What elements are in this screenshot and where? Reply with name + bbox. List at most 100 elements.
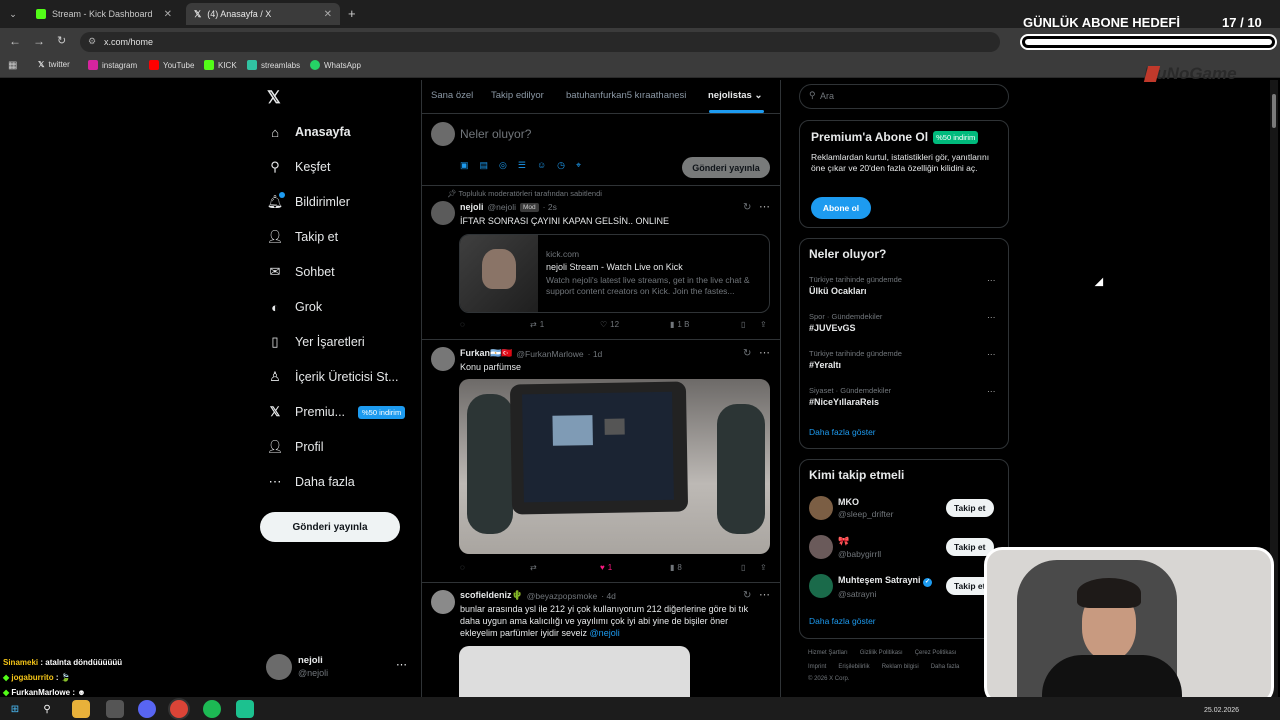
- show-more-follow-link[interactable]: Daha fazla göster: [809, 616, 876, 626]
- trend-item[interactable]: Siyaset · Gündemdekiler #NiceYıllaraReis: [809, 386, 891, 407]
- footer-link[interactable]: Daha fazla: [931, 664, 960, 670]
- grok-icon[interactable]: ◎: [499, 160, 507, 171]
- search-input[interactable]: ⚲ Ara: [799, 84, 1009, 109]
- retweet-button[interactable]: ⇄: [530, 563, 537, 572]
- trend-item[interactable]: Türkiye tarihinde gündemde Ülkü Ocakları: [809, 275, 902, 296]
- tab-x-home[interactable]: 𝕏 (4) Anasayfa / X ✕: [186, 3, 340, 25]
- footer-link[interactable]: Gizlilik Politikası: [860, 650, 903, 656]
- close-icon[interactable]: ✕: [324, 9, 332, 20]
- app-icon[interactable]: [106, 700, 124, 718]
- url-field[interactable]: ⚙ x.com/home: [80, 32, 1000, 52]
- spotify-icon[interactable]: [203, 700, 221, 718]
- more-icon[interactable]: ⋯: [987, 275, 996, 286]
- more-icon[interactable]: ⋯: [759, 346, 770, 359]
- bookmark-kick[interactable]: KICK: [204, 60, 237, 70]
- suggestion-item[interactable]: MKO @sleep_drifter: [838, 497, 893, 519]
- tweet-time[interactable]: · 1d: [588, 349, 603, 359]
- compose-input[interactable]: Neler oluyor?: [460, 127, 531, 141]
- share-button[interactable]: ⇪: [760, 563, 767, 572]
- discord-icon[interactable]: [138, 700, 156, 718]
- trend-item[interactable]: Türkiye tarihinde gündemde #Yeraltı: [809, 349, 902, 370]
- close-icon[interactable]: ✕: [164, 9, 172, 20]
- like-button[interactable]: ♥ 1: [600, 563, 612, 572]
- author-name[interactable]: scofieldeniz🌵: [460, 590, 523, 601]
- gif-icon[interactable]: ▤: [480, 160, 489, 171]
- account-switcher[interactable]: nejoli @nejoli ⋯: [262, 650, 412, 684]
- nav-messages[interactable]: ✉ Sohbet: [268, 264, 335, 279]
- search-icon[interactable]: ⚲: [38, 700, 56, 718]
- compose-post-button[interactable]: Gönderi yayınla: [682, 157, 770, 178]
- tweet-time[interactable]: · 4d: [601, 591, 616, 601]
- grok-icon[interactable]: ↻: [743, 348, 751, 359]
- schedule-icon[interactable]: ◷: [557, 160, 565, 171]
- tweet-time[interactable]: · 2s: [543, 202, 557, 212]
- chrome-icon[interactable]: [170, 700, 188, 718]
- footer-link[interactable]: Çerez Politikası: [915, 650, 957, 656]
- nav-profile[interactable]: 👤︎ Profil: [267, 439, 324, 454]
- emoji-icon[interactable]: ☺: [537, 160, 546, 171]
- more-icon[interactable]: ⋯: [759, 588, 770, 601]
- post-button[interactable]: Gönderi yayınla: [260, 512, 400, 542]
- tab-following[interactable]: Takip edilyor: [491, 90, 544, 101]
- tweet-photo[interactable]: [459, 646, 690, 697]
- reply-button[interactable]: ◌: [460, 563, 465, 572]
- share-button[interactable]: ⇪: [760, 320, 767, 329]
- author-name[interactable]: Furkan🇦🇷🇹🇷: [460, 348, 512, 359]
- nav-follow[interactable]: 👤︎ Takip et: [267, 229, 338, 244]
- grok-icon[interactable]: ↻: [743, 202, 751, 213]
- file-explorer-icon[interactable]: [72, 700, 90, 718]
- poll-icon[interactable]: ☰: [518, 160, 526, 171]
- nav-bookmarks[interactable]: ▯ Yer İşaretleri: [268, 334, 364, 349]
- more-icon[interactable]: ⋯: [987, 386, 996, 397]
- bookmark-streamlabs[interactable]: streamlabs: [247, 60, 300, 70]
- tab-kick-dashboard[interactable]: Stream - Kick Dashboard ✕: [28, 3, 180, 25]
- windows-start-icon[interactable]: ⊞: [6, 700, 24, 718]
- back-icon[interactable]: ←: [9, 34, 21, 48]
- author-name[interactable]: nejoli: [460, 202, 484, 212]
- image-icon[interactable]: ▣: [460, 160, 469, 171]
- suggestion-item[interactable]: 🎀 @babygirrll: [838, 536, 881, 559]
- site-info-icon[interactable]: ⚙: [88, 36, 96, 47]
- link-card[interactable]: kick.com nejoli Stream - Watch Live on K…: [459, 234, 770, 313]
- footer-link[interactable]: Erişilebilirlik: [838, 664, 869, 670]
- location-icon[interactable]: ⌖: [576, 160, 581, 171]
- footer-link[interactable]: Reklam bilgisi: [882, 664, 919, 670]
- nav-creator-studio[interactable]: ♙ İçerik Üreticisi St...: [268, 369, 398, 384]
- bookmark-youtube[interactable]: YouTube: [149, 60, 194, 70]
- follow-button[interactable]: Takip et: [946, 499, 994, 517]
- footer-link[interactable]: Imprint: [808, 664, 826, 670]
- more-icon[interactable]: ⋯: [987, 349, 996, 360]
- apps-grid-icon[interactable]: ▦: [8, 60, 17, 71]
- bookmark-instagram[interactable]: instagram: [88, 60, 137, 70]
- follow-button[interactable]: Takip et: [946, 538, 994, 556]
- show-more-trends-link[interactable]: Daha fazla göster: [809, 427, 876, 437]
- nav-premium[interactable]: 𝕏 Premiu... %50 indirim: [268, 404, 406, 419]
- author-handle[interactable]: @nejoli: [488, 202, 516, 212]
- trend-item[interactable]: Spor · Gündemdekiler #JUVEvGS: [809, 312, 882, 333]
- new-tab-button[interactable]: +: [348, 6, 356, 21]
- author-handle[interactable]: @FurkanMarlowe: [516, 349, 583, 359]
- author-handle[interactable]: @beyazpopsmoke: [527, 591, 598, 601]
- streamlabs-icon[interactable]: [236, 700, 254, 718]
- grok-icon[interactable]: ↻: [743, 590, 751, 601]
- bookmark-button[interactable]: ▯: [741, 320, 745, 329]
- reply-button[interactable]: ◌: [460, 320, 465, 329]
- forward-icon[interactable]: →: [33, 34, 45, 48]
- nav-more[interactable]: ⋯ Daha fazla: [268, 474, 355, 489]
- subscribe-button[interactable]: Abone ol: [811, 197, 871, 219]
- bookmark-twitter[interactable]: 𝕏twitter: [38, 60, 70, 69]
- like-button[interactable]: ♡ 12: [600, 320, 619, 329]
- x-logo-icon[interactable]: 𝕏: [267, 88, 281, 108]
- tab-list-button[interactable]: ⌄: [4, 3, 22, 25]
- nav-notifications[interactable]: 🔔︎ Bildirimler: [267, 192, 350, 209]
- nav-explore[interactable]: ⚲ Keşfet: [268, 159, 330, 174]
- footer-link[interactable]: Hizmet Şartları: [808, 650, 848, 656]
- views-button[interactable]: ▮ 1 B: [670, 320, 689, 329]
- bookmark-whatsapp[interactable]: WhatsApp: [310, 60, 361, 70]
- tab-nejolistas[interactable]: nejolistas ⌄: [708, 90, 762, 101]
- more-icon[interactable]: ⋯: [759, 200, 770, 213]
- nav-grok[interactable]: ◐ Grok: [268, 300, 322, 315]
- views-button[interactable]: ▮ 8: [670, 563, 682, 572]
- suggestion-item[interactable]: Muhteşem Satrayni ✓ @satrayni: [838, 575, 933, 599]
- scrollbar-thumb[interactable]: [1272, 94, 1276, 128]
